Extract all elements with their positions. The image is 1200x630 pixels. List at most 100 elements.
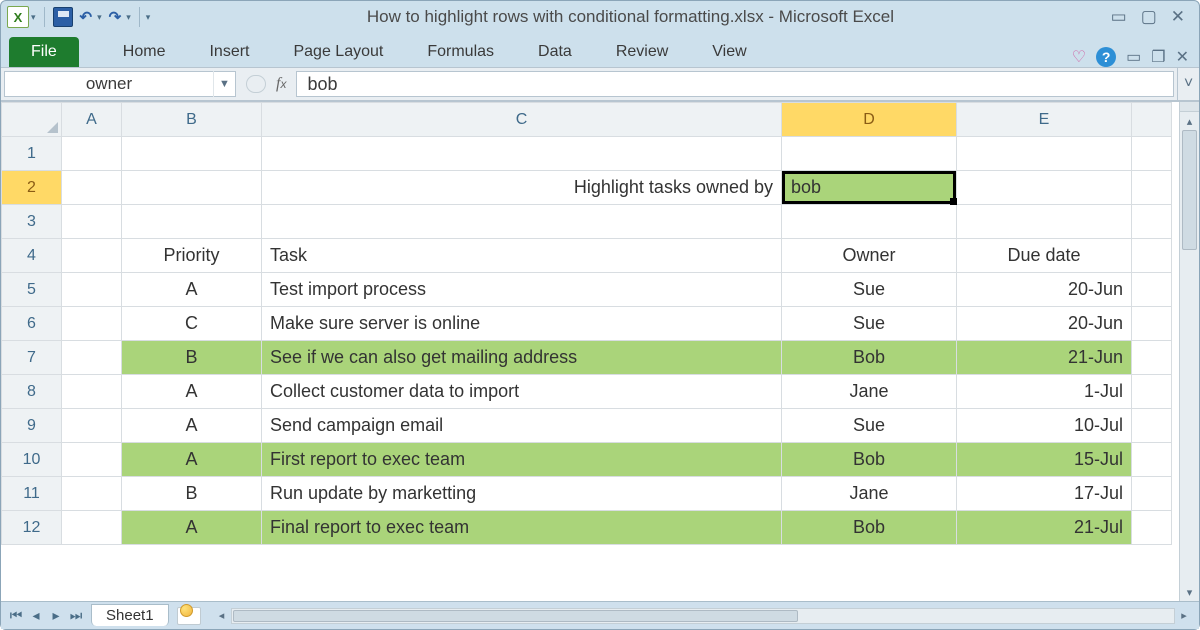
cancel-formula-icon[interactable] xyxy=(246,75,266,93)
cell-priority[interactable]: A xyxy=(122,511,262,545)
tab-page-layout[interactable]: Page Layout xyxy=(271,37,405,67)
cell-owner[interactable]: Jane xyxy=(782,375,957,409)
row-header-2[interactable]: 2 xyxy=(2,171,62,205)
row-header-7[interactable]: 7 xyxy=(2,341,62,375)
col-header-d[interactable]: D xyxy=(782,103,957,137)
cell-priority[interactable]: A xyxy=(122,409,262,443)
col-header-a[interactable]: A xyxy=(62,103,122,137)
sheet-nav-last-icon[interactable]: ⏭ xyxy=(67,607,85,624)
cell-due[interactable]: 17-Jul xyxy=(957,477,1132,511)
cell-priority[interactable]: C xyxy=(122,307,262,341)
vertical-scrollbar[interactable]: ▴ ▾ xyxy=(1179,102,1199,601)
cell-due[interactable]: 21-Jun xyxy=(957,341,1132,375)
cell-owner[interactable]: Bob xyxy=(782,443,957,477)
hscroll-thumb[interactable] xyxy=(233,610,798,622)
scroll-right-icon[interactable]: ▸ xyxy=(1175,609,1193,622)
cell-due[interactable]: 21-Jul xyxy=(957,511,1132,545)
vscroll-thumb[interactable] xyxy=(1182,130,1197,250)
row-header-3[interactable]: 3 xyxy=(2,205,62,239)
row-header-10[interactable]: 10 xyxy=(2,443,62,477)
cell-due[interactable]: 20-Jun xyxy=(957,307,1132,341)
new-sheet-icon[interactable] xyxy=(177,607,201,625)
horizontal-scrollbar[interactable]: ◂ ▸ xyxy=(213,608,1193,624)
cell-priority[interactable]: B xyxy=(122,477,262,511)
cell-due[interactable]: 1-Jul xyxy=(957,375,1132,409)
cell-task[interactable]: Test import process xyxy=(262,273,782,307)
ribbon-restore-icon[interactable]: ❐ xyxy=(1151,47,1165,67)
row-header-11[interactable]: 11 xyxy=(2,477,62,511)
ribbon-minimize-icon[interactable]: ▭ xyxy=(1126,47,1141,67)
undo-icon[interactable]: ↶ xyxy=(77,8,96,26)
cell-task[interactable]: Final report to exec team xyxy=(262,511,782,545)
row-header-12[interactable]: 12 xyxy=(2,511,62,545)
tab-formulas[interactable]: Formulas xyxy=(405,37,516,67)
tab-review[interactable]: Review xyxy=(594,37,690,67)
cell-owner[interactable]: Bob xyxy=(782,341,957,375)
cell-owner[interactable]: Sue xyxy=(782,273,957,307)
save-icon[interactable] xyxy=(53,7,73,27)
formula-expand-icon[interactable]: ˅ xyxy=(1177,68,1199,100)
cell-task[interactable]: Run update by marketting xyxy=(262,477,782,511)
close-icon[interactable]: ✕ xyxy=(1171,7,1185,27)
maximize-icon[interactable]: ▢ xyxy=(1141,7,1157,27)
active-cell[interactable]: bob xyxy=(782,171,957,205)
col-header-b[interactable]: B xyxy=(122,103,262,137)
workbook-close-icon[interactable]: ✕ xyxy=(1176,47,1189,67)
row-header-4[interactable]: 4 xyxy=(2,239,62,273)
cell-due[interactable]: 20-Jun xyxy=(957,273,1132,307)
undo-dropdown-icon[interactable]: ▾ xyxy=(97,12,102,23)
sheet-nav-next-icon[interactable]: ▸ xyxy=(47,607,65,624)
window-controls: ▭ ▢ ✕ xyxy=(1111,7,1193,27)
cell-owner[interactable]: Bob xyxy=(782,511,957,545)
cell-owner[interactable]: Sue xyxy=(782,409,957,443)
tab-file[interactable]: File xyxy=(9,37,79,67)
cell-owner[interactable]: Jane xyxy=(782,477,957,511)
select-all-corner[interactable] xyxy=(2,103,62,137)
cell-owner[interactable]: Sue xyxy=(782,307,957,341)
cell-due[interactable]: 15-Jul xyxy=(957,443,1132,477)
status-bar: ⏮ ◂ ▸ ⏭ Sheet1 ◂ ▸ xyxy=(1,601,1199,629)
cell-task[interactable]: Make sure server is online xyxy=(262,307,782,341)
cell-priority[interactable]: A xyxy=(122,273,262,307)
cell-task[interactable]: Collect customer data to import xyxy=(262,375,782,409)
sheet-nav-prev-icon[interactable]: ◂ xyxy=(27,607,45,624)
cell-priority[interactable]: A xyxy=(122,375,262,409)
redo-icon[interactable]: ↷ xyxy=(106,8,125,26)
name-box[interactable]: owner ▼ xyxy=(4,71,236,97)
cell-task[interactable]: Send campaign email xyxy=(262,409,782,443)
row-header-9[interactable]: 9 xyxy=(2,409,62,443)
help-icon[interactable]: ? xyxy=(1096,47,1116,67)
tab-insert[interactable]: Insert xyxy=(187,37,271,67)
cell-due[interactable]: 10-Jul xyxy=(957,409,1132,443)
redo-dropdown-icon[interactable]: ▾ xyxy=(126,12,131,23)
name-box-dropdown-icon[interactable]: ▼ xyxy=(213,71,235,97)
sheet-nav-first-icon[interactable]: ⏮ xyxy=(7,607,25,624)
fx-icon[interactable]: fx xyxy=(276,75,286,93)
cell-priority[interactable]: B xyxy=(122,341,262,375)
col-header-e[interactable]: E xyxy=(957,103,1132,137)
row-header-6[interactable]: 6 xyxy=(2,307,62,341)
name-box-value[interactable]: owner xyxy=(5,74,213,94)
minimize-icon[interactable]: ▭ xyxy=(1111,7,1127,27)
col-header-c[interactable]: C xyxy=(262,103,782,137)
scroll-left-icon[interactable]: ◂ xyxy=(213,609,231,622)
cell-task[interactable]: First report to exec team xyxy=(262,443,782,477)
cell-task[interactable]: See if we can also get mailing address xyxy=(262,341,782,375)
split-handle[interactable] xyxy=(1180,102,1199,112)
scroll-up-icon[interactable]: ▴ xyxy=(1180,112,1199,130)
excel-icon[interactable]: X xyxy=(7,6,29,28)
row-header-5[interactable]: 5 xyxy=(2,273,62,307)
tab-home[interactable]: Home xyxy=(101,37,188,67)
scroll-down-icon[interactable]: ▾ xyxy=(1180,583,1199,601)
spreadsheet-grid[interactable]: A B C D E 12Highlight tasks owned bybob3… xyxy=(1,102,1172,545)
row-header-8[interactable]: 8 xyxy=(2,375,62,409)
tab-data[interactable]: Data xyxy=(516,37,594,67)
formula-input[interactable]: bob xyxy=(296,71,1174,97)
heart-icon[interactable]: ♡ xyxy=(1072,47,1086,67)
col-header-f[interactable] xyxy=(1132,103,1172,137)
app-menu-dropdown-icon[interactable]: ▾ xyxy=(31,12,36,23)
sheet-tab[interactable]: Sheet1 xyxy=(91,604,169,626)
tab-view[interactable]: View xyxy=(690,37,768,67)
cell-priority[interactable]: A xyxy=(122,443,262,477)
row-header-1[interactable]: 1 xyxy=(2,137,62,171)
